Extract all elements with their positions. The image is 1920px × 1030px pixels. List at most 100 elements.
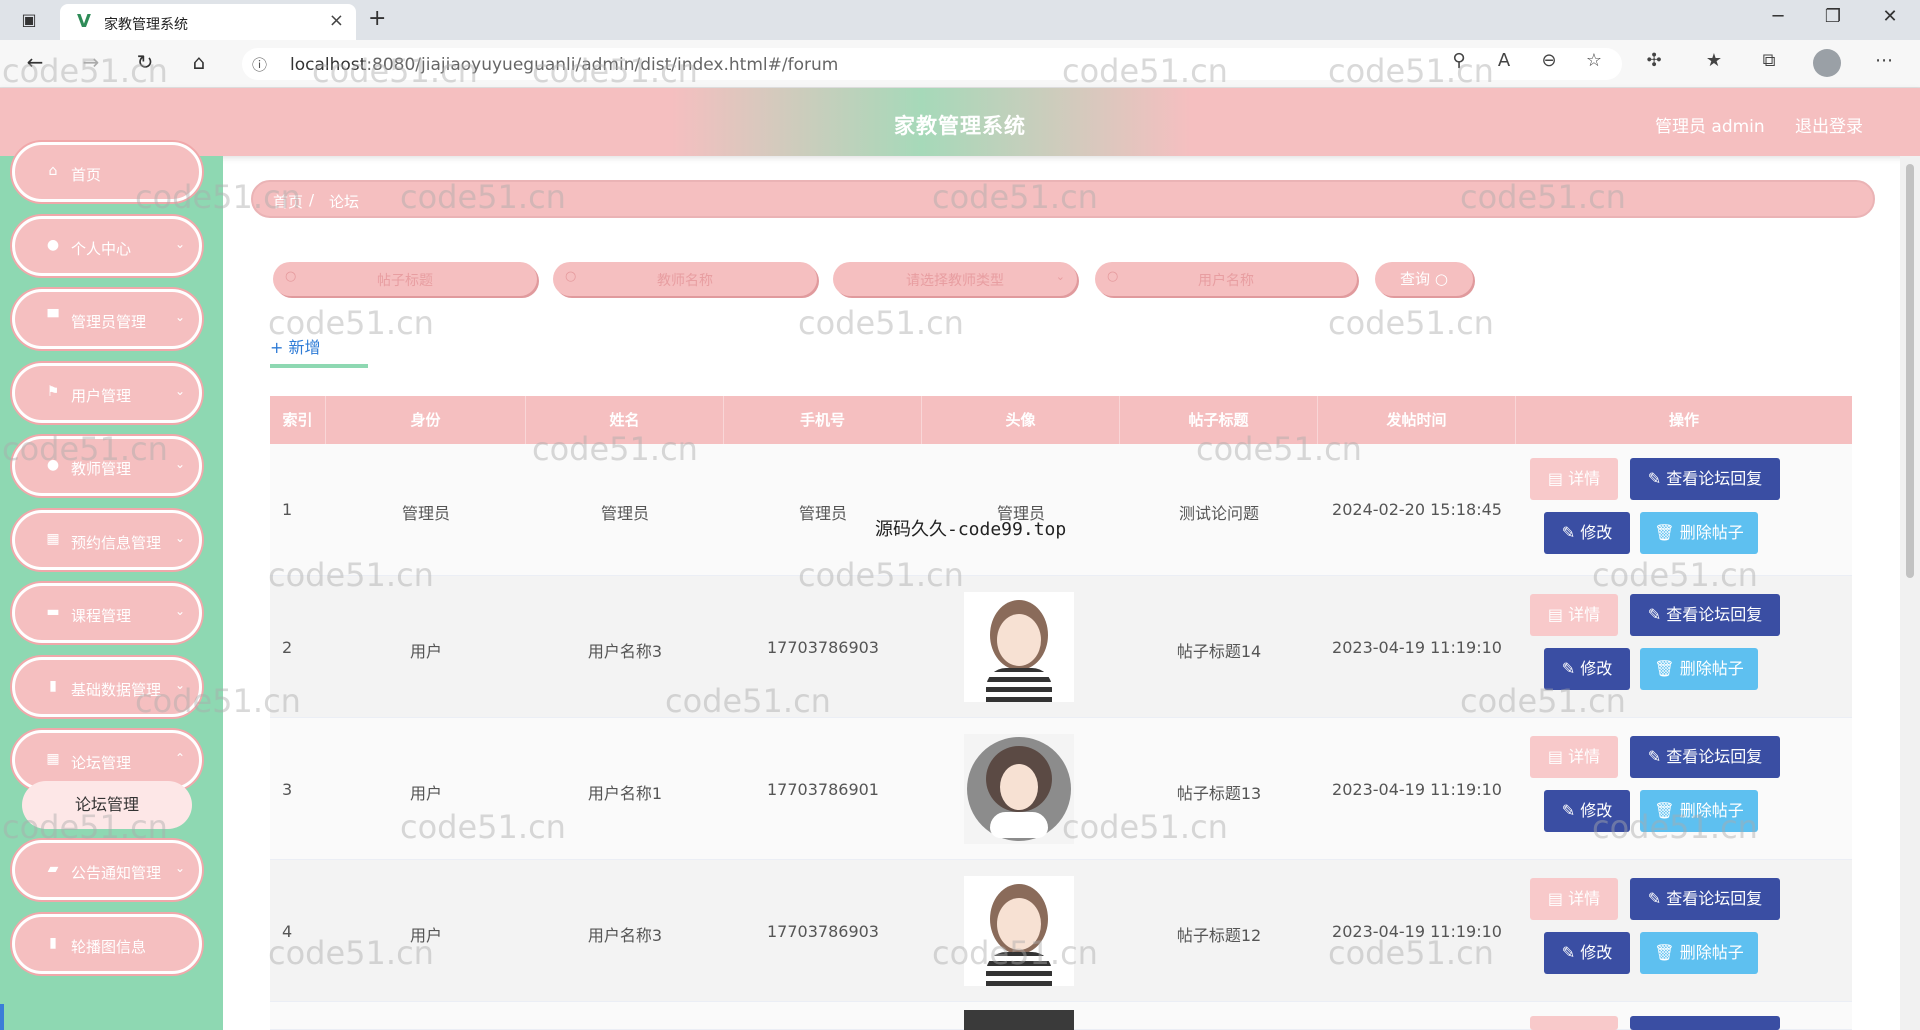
sidebar-item-home[interactable]: ⌂ 首页 (12, 142, 202, 202)
chevron-down-icon: ⌄ (174, 384, 185, 398)
back-icon[interactable]: ← (20, 50, 50, 74)
title-search-input[interactable]: ○ 帖子标题 (273, 262, 537, 296)
detail-button[interactable] (1530, 1016, 1618, 1030)
edit-button[interactable]: ✎ 修改 (1544, 790, 1630, 832)
favorite-add-icon[interactable]: ☆ (1580, 50, 1608, 71)
logout-link[interactable]: 退出登录 (1795, 112, 1863, 137)
sidebar-item-users[interactable]: ⚑ 用户管理 ⌄ (12, 363, 202, 423)
forward-icon[interactable]: → (76, 50, 106, 74)
detail-button[interactable]: ▤ 详情 (1530, 458, 1618, 500)
chevron-up-icon: ⌃ (174, 751, 185, 765)
collections-icon[interactable]: ⧉ (1755, 50, 1783, 71)
sidebar-item-carousel[interactable]: ▮ 轮播图信息 (12, 914, 202, 974)
new-tab-icon[interactable]: + (368, 6, 386, 31)
minimize-icon[interactable]: ─ (1758, 6, 1798, 27)
delete-button[interactable]: 🗑 删除帖子 (1640, 790, 1758, 832)
chevron-down-icon: ⌄ (174, 457, 185, 471)
cell-role: 用户 (409, 926, 442, 945)
table-row: 4 用户 用户名称3 17703786903 帖子标题12 2023-04-19… (270, 860, 1852, 1002)
breadcrumb-separator: / (309, 191, 315, 209)
sidebar-accent (0, 1004, 4, 1030)
table-row: 2 用户 用户名称3 17703786903 帖子标题14 2023-04-19… (270, 576, 1852, 718)
user-search-input[interactable]: ○ 用户名称 (1095, 262, 1357, 296)
breadcrumb: 首页 / 论坛 (251, 180, 1875, 218)
add-button[interactable]: + 新增 (270, 334, 321, 358)
reload-icon[interactable]: ↻ (130, 50, 160, 74)
close-tab-icon[interactable]: × (329, 10, 344, 31)
delete-button[interactable]: 🗑 删除帖子 (1640, 512, 1758, 554)
view-reply-button[interactable]: ✎ 查看论坛回复 (1630, 594, 1780, 636)
view-reply-button[interactable]: ✎ 查看论坛回复 (1630, 458, 1780, 500)
cell-time: 2023-04-19 11:19:10 (1332, 638, 1502, 657)
vue-logo-icon: V (77, 11, 91, 32)
table-header: 索引 身份 姓名 手机号 头像 帖子标题 发帖时间 操作 (270, 396, 1852, 444)
main-content: 首页 / 论坛 ○ 帖子标题 ○ 教师名称 请选择教师类型 ⌄ ○ 用户名称 查… (223, 156, 1903, 1030)
sidebar-item-label: 管理员管理 (71, 313, 147, 331)
cell-index: 1 (282, 500, 293, 519)
cell-title: 测试论问题 (1178, 504, 1259, 523)
edit-button[interactable]: ✎ 修改 (1544, 512, 1630, 554)
url-text: localhost:8080/jiajiaoyuyueguanli/admin/… (290, 55, 839, 75)
teacher-type-select[interactable]: 请选择教师类型 ⌄ (833, 262, 1077, 296)
sidebar-item-profile[interactable]: ● 个人中心 ⌄ (12, 216, 202, 276)
view-reply-button[interactable]: ✎ 查看论坛回复 (1630, 736, 1780, 778)
restore-icon[interactable]: ❐ (1813, 6, 1853, 27)
query-button[interactable]: 查询 ○ (1375, 262, 1473, 296)
cell-phone: 17703786901 (767, 780, 879, 799)
sidebar: ⌂ 首页 ● 个人中心 ⌄ ▀ 管理员管理 ⌄ ⚑ 用户管理 ⌄ ● 教师管理 … (0, 142, 223, 1030)
sidebar-item-notices[interactable]: ▰ 公告通知管理 ⌄ (12, 840, 202, 900)
sidebar-item-base-data[interactable]: ▮ 基础数据管理 ⌄ (12, 657, 202, 717)
cell-title: 帖子标题13 (1176, 784, 1262, 803)
page-scrollbar[interactable] (1900, 156, 1920, 1030)
translate-icon[interactable]: A (1490, 50, 1518, 71)
user-icon: ● (46, 457, 60, 473)
detail-button[interactable]: ▤ 详情 (1530, 878, 1618, 920)
user-avatar (964, 592, 1074, 702)
sidebar-item-label: 基础数据管理 (71, 681, 162, 699)
teacher-search-input[interactable]: ○ 教师名称 (553, 262, 817, 296)
ticket-icon: ▬ (46, 604, 60, 620)
profile-avatar[interactable] (1813, 49, 1841, 77)
cell-title: 帖子标题14 (1176, 642, 1262, 661)
sidebar-item-label: 教师管理 (71, 460, 132, 478)
extensions-icon[interactable]: ✣ (1640, 50, 1668, 71)
breadcrumb-home[interactable]: 首页 (273, 191, 303, 212)
sidebar-item-bookings[interactable]: ▦ 预约信息管理 ⌄ (12, 510, 202, 570)
sidebar-item-admin[interactable]: ▀ 管理员管理 ⌄ (12, 289, 202, 349)
sidebar-item-courses[interactable]: ▬ 课程管理 ⌄ (12, 583, 202, 643)
edit-button[interactable]: ✎ 修改 (1544, 648, 1630, 690)
cell-index: 4 (282, 922, 293, 941)
detail-button[interactable]: ▤ 详情 (1530, 736, 1618, 778)
close-window-icon[interactable]: ✕ (1870, 6, 1910, 27)
site-info-icon[interactable]: ⓘ (252, 54, 267, 75)
sidebar-item-label: 公告通知管理 (71, 864, 162, 882)
sidebar-item-teachers[interactable]: ● 教师管理 ⌄ (12, 436, 202, 496)
scrollbar-thumb[interactable] (1906, 164, 1914, 578)
view-reply-button[interactable]: ✎ 查看论坛回复 (1630, 878, 1780, 920)
edit-button[interactable]: ✎ 修改 (1544, 932, 1630, 974)
delete-button[interactable]: 🗑 删除帖子 (1640, 648, 1758, 690)
user-avatar (964, 1010, 1074, 1030)
zoom-icon[interactable]: ⊖ (1535, 50, 1563, 71)
col-time: 发帖时间 (1318, 396, 1516, 444)
tab-actions-icon[interactable]: ▣ (12, 8, 46, 32)
read-aloud-icon[interactable]: ⚲ (1445, 50, 1473, 71)
sidebar-item-label: 首页 (71, 166, 102, 184)
more-icon[interactable]: ⋯ (1870, 50, 1898, 71)
bar-chart-icon: ▮ (49, 678, 57, 694)
browser-tab[interactable]: V 家教管理系统 × (60, 4, 356, 40)
view-reply-button[interactable] (1630, 1016, 1780, 1030)
col-phone: 手机号 (724, 396, 922, 444)
chevron-down-icon: ⌄ (174, 861, 185, 875)
detail-button[interactable]: ▤ 详情 (1530, 594, 1618, 636)
cell-name: 用户名称3 (587, 642, 663, 661)
home-icon[interactable]: ⌂ (184, 50, 214, 74)
delete-button[interactable]: 🗑 删除帖子 (1640, 932, 1758, 974)
app-title: 家教管理系统 (894, 114, 1026, 138)
overlay-site-mark: 源码久久-code99.top (875, 519, 1067, 540)
url-field[interactable]: ⓘ localhost:8080/jiajiaoyuyueguanli/admi… (242, 48, 1622, 80)
favorites-icon[interactable]: ★ (1700, 50, 1728, 71)
chevron-down-icon: ⌄ (174, 604, 185, 618)
col-name: 姓名 (526, 396, 724, 444)
sidebar-subitem-forum[interactable]: 论坛管理 (22, 781, 192, 829)
